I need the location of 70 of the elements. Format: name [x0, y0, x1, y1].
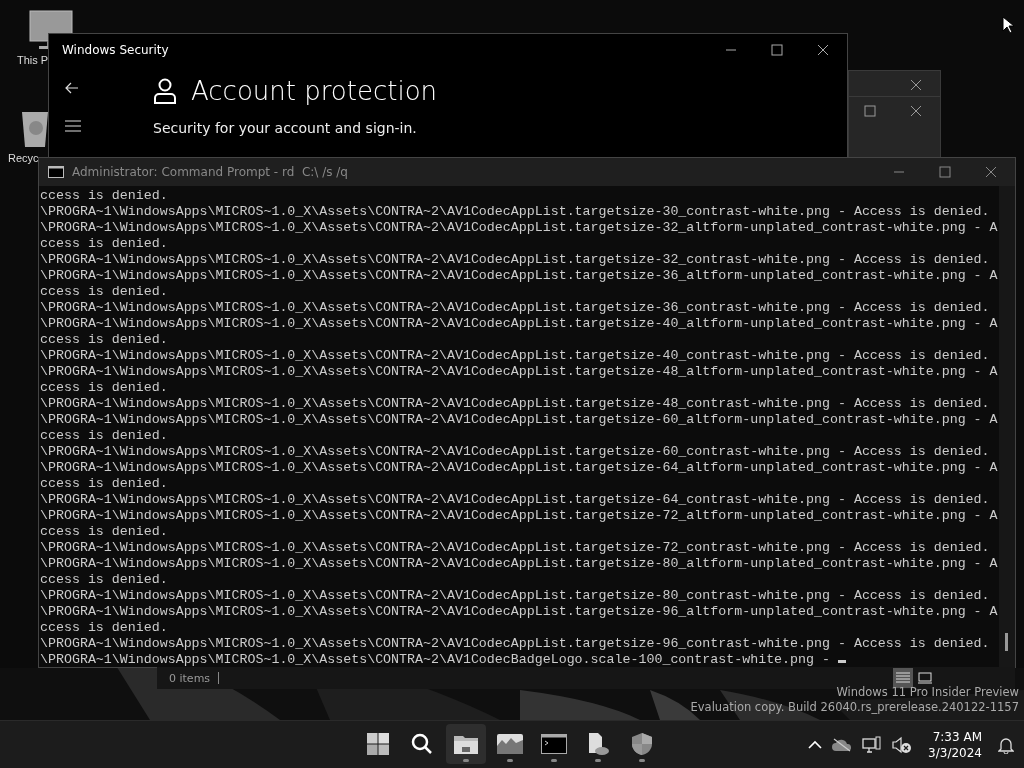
console-line: \PROGRA~1\WindowsApps\MICROS~1.0_X\Assets\CONTRA~2\AV1CodecAppList.targetsize-48_altform-unplated_contrast-white.png - A: [40, 364, 998, 379]
console-line: \PROGRA~1\WindowsApps\MICROS~1.0_X\Assets\CONTRA~2\AV1CodecAppList.targetsize-40_contrast-white.png - Access is denied.: [40, 348, 990, 363]
close-icon[interactable]: [817, 44, 829, 56]
scrollbar[interactable]: [999, 186, 1015, 667]
console-line: ccess is denied.: [40, 332, 168, 347]
console-line: ccess is denied.: [40, 188, 168, 203]
console-line: ccess is denied.: [40, 476, 168, 491]
console-line: ccess is denied.: [40, 380, 168, 395]
console-line: \PROGRA~1\WindowsApps\MICROS~1.0_X\Assets\CONTRA~2\AV1CodecAppList.targetsize-60_altform-unplated_contrast-white.png - A: [40, 412, 998, 427]
console-icon: [48, 166, 64, 178]
menu-icon[interactable]: [65, 120, 81, 132]
window-title: Administrator: Command Prompt - rd C:\ /s /q: [72, 165, 349, 179]
page-subtitle: Security for your account and sign-in.: [153, 120, 418, 136]
item-count: 0 items: [169, 671, 211, 685]
console-line: \PROGRA~1\WindowsApps\MICROS~1.0_X\Assets\CONTRA~2\AV1CodecAppList.targetsize-64_altform-unplated_contrast-white.png - A: [40, 460, 998, 475]
close-icon[interactable]: [985, 166, 997, 178]
console-line: \PROGRA~1\WindowsApps\MICROS~1.0_X\Assets\CONTRA~2\AV1CodecAppList.targetsize-64_contrast-white.png - Access is denied.: [40, 492, 990, 507]
console-line: \PROGRA~1\WindowsApps\MICROS~1.0_X\Assets\CONTRA~2\AV1CodecAppList.targetsize-36_altform-unplated_contrast-white.png - A: [40, 268, 998, 283]
mouse-pointer-icon: [1002, 16, 1014, 34]
console-line: ccess is denied.: [40, 284, 168, 299]
folder-icon[interactable]: [453, 733, 479, 755]
console-line: \PROGRA~1\WindowsApps\MICROS~1.0_X\Assets\CONTRA~2\AV1CodecAppList.targetsize-32_altform-unplated_contrast-white.png - A: [40, 220, 998, 235]
console-line: \PROGRA~1\WindowsApps\MICROS~1.0_X\Assets\CONTRA~2\AV1CodecAppList.targetsize-80_altform-unplated_contrast-white.png - A: [40, 556, 998, 571]
clock-time[interactable]: 7:33 AM: [932, 729, 982, 745]
maximize-icon[interactable]: [939, 166, 951, 178]
scrollbar-thumb[interactable]: [1005, 633, 1008, 651]
console-line: \PROGRA~1\WindowsApps\MICROS~1.0_X\Assets\CONTRA~2\AV1CodecAppList.targetsize-30_contrast-white.png - Access is denied.: [40, 204, 990, 219]
console-line: \PROGRA~1\WindowsApps\MICROS~1.0_X\Assets\CONTRA~2\AV1CodecAppList.targetsize-80_contrast-white.png - Access is denied.: [40, 588, 990, 603]
console-line: ccess is denied.: [40, 524, 168, 539]
desktop-icon-label[interactable]: This P: [17, 54, 49, 66]
back-arrow-icon[interactable]: [65, 82, 79, 94]
clock-date[interactable]: 3/3/2024: [928, 745, 982, 761]
window-title: Windows Security: [62, 43, 170, 57]
details-view-button[interactable]: [893, 668, 913, 688]
build-watermark: Evaluation copy. Build 26040.rs_prerelease.240122-1157: [690, 700, 1019, 715]
close-icon[interactable]: [910, 105, 922, 117]
console-line: \PROGRA~1\WindowsApps\MICROS~1.0_X\Assets\CONTRA~2\AV1CodecAppList.targetsize-48_contrast-white.png - Access is denied.: [40, 396, 990, 411]
console-line: \PROGRA~1\WindowsApps\MICROS~1.0_X\Assets\CONTRA~2\AV1CodecAppList.targetsize-36_contrast-white.png - Access is denied.: [40, 300, 990, 315]
close-icon[interactable]: [910, 79, 922, 91]
console-line: ccess is denied.: [40, 572, 168, 587]
console-line: \PROGRA~1\WindowsApps\MICROS~1.0_X\Assets\CONTRA~2\AV1CodecAppList.targetsize-32_contrast-white.png - Access is denied.: [40, 252, 990, 267]
notification-bell-icon[interactable]: [998, 736, 1014, 754]
shield-icon[interactable]: [631, 732, 653, 756]
file-cloud-icon[interactable]: [586, 732, 610, 756]
console-line: \PROGRA~1\WindowsApps\MICROS~1.0_X\Assets\CONTRA~2\AV1CodecAppList.targetsize-96_altform-unplated_contrast-white.png - A: [40, 604, 998, 619]
build-watermark: Windows 11 Pro Insider Preview: [836, 685, 1019, 700]
console-line: ccess is denied.: [40, 620, 168, 635]
cloud-icon[interactable]: [832, 738, 853, 752]
console-line: \PROGRA~1\WindowsApps\MICROS~1.0_X\Assets\CONTRA~2\AV1CodecAppList.targetsize-72_altform-unplated_contrast-white.png - A: [40, 508, 998, 523]
maximize-icon[interactable]: [771, 44, 783, 56]
console-line: \PROGRA~1\WindowsApps\MICROS~1.0_X\Assets\CONTRA~2\AV1CodecAppList.targetsize-40_altform-unplated_contrast-white.png - A: [40, 316, 998, 331]
clock[interactable]: 7:33 AM 3/3/2024: [922, 729, 988, 761]
console-line: ccess is denied.: [40, 236, 168, 251]
text-cursor: [837, 660, 846, 663]
console-line: \PROGRA~1\WindowsApps\MICROS~1.0_X\Assets\CONTRA~2\AV1CodecAppList.targetsize-72_contrast-white.png - Access is denied.: [40, 540, 990, 555]
console-line: \PROGRA~1\WindowsApps\MICROS~1.0_X\Assets\CONTRA~2\AV1CodecAppList.targetsize-60_contrast-white.png - Access is denied.: [40, 444, 990, 459]
terminal-icon[interactable]: [541, 734, 567, 754]
search-icon[interactable]: [410, 732, 434, 756]
chevron-up-icon[interactable]: [808, 740, 823, 750]
person-icon: [153, 78, 177, 104]
console-line: ccess is denied.: [40, 428, 168, 443]
windows-logo-icon[interactable]: [366, 732, 390, 756]
console-line: \PROGRA~1\WindowsApps\MICROS~1.0_X\Assets\CONTRA~2\AV1CodecBadgeLogo.scale-100_contrast-white.png -: [40, 652, 831, 667]
page-heading: Account protection: [191, 76, 438, 106]
desktop-icon-label[interactable]: Recyc: [8, 152, 39, 164]
volume-muted-icon[interactable]: [892, 736, 913, 754]
taskbar-button[interactable]: [446, 724, 486, 764]
network-icon[interactable]: [862, 736, 883, 754]
maximize-icon[interactable]: [864, 105, 876, 117]
console-line: \PROGRA~1\WindowsApps\MICROS~1.0_X\Assets\CONTRA~2\AV1CodecAppList.targetsize-96_contrast-white.png - Access is denied.: [40, 636, 990, 651]
